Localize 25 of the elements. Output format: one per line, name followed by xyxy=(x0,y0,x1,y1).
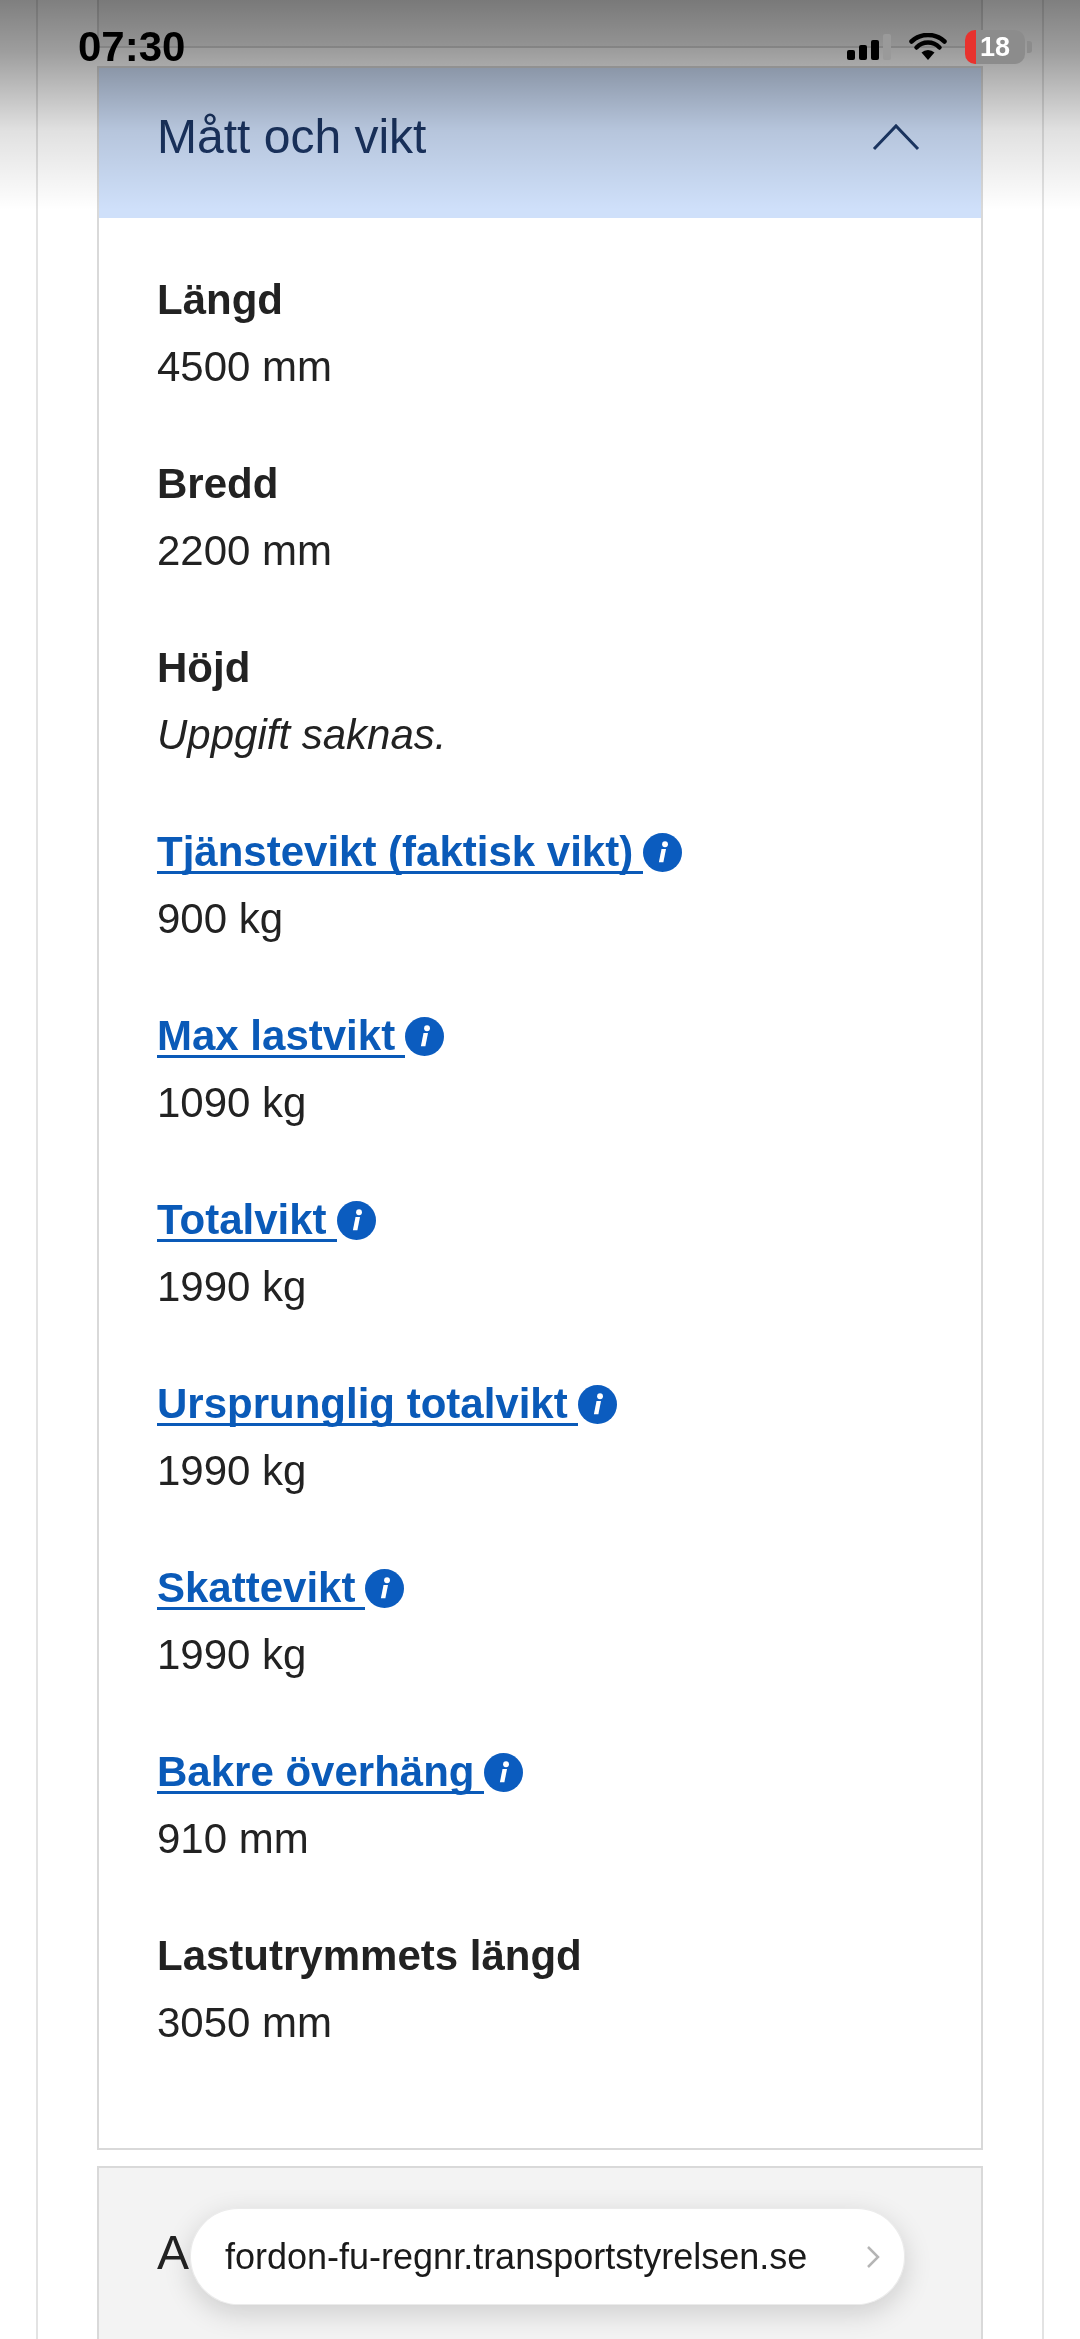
field-value: 1090 kg xyxy=(157,1078,307,1128)
field-label: Lastutrymmets längd xyxy=(157,1931,582,1981)
field-value: 900 kg xyxy=(157,894,284,944)
field-value: 4500 mm xyxy=(157,342,333,392)
field-value: 3050 mm xyxy=(157,1998,333,2048)
field-label: Längd xyxy=(157,275,283,325)
wifi-icon xyxy=(909,33,947,61)
signal-icon xyxy=(847,34,891,60)
info-icon xyxy=(405,1016,445,1056)
field-value: Uppgift saknas. xyxy=(157,710,447,760)
info-icon xyxy=(365,1568,405,1608)
field-label: Höjd xyxy=(157,643,251,693)
field-value: 1990 kg xyxy=(157,1630,307,1680)
field-value: 1990 kg xyxy=(157,1446,307,1496)
address-bar[interactable]: fordon-fu-regnr.transportstyrelsen.se xyxy=(190,2208,905,2305)
info-icon xyxy=(577,1384,617,1424)
field-value: 2200 mm xyxy=(157,526,333,576)
field-value: 1990 kg xyxy=(157,1262,307,1312)
info-icon xyxy=(484,1752,524,1792)
battery-indicator: 18 xyxy=(965,30,1032,64)
section-header[interactable]: Mått och vikt xyxy=(99,68,981,218)
field-value: 910 mm xyxy=(157,1814,309,1864)
info-icon xyxy=(336,1200,376,1240)
field-label: Bredd xyxy=(157,459,279,509)
info-icon xyxy=(643,832,683,872)
